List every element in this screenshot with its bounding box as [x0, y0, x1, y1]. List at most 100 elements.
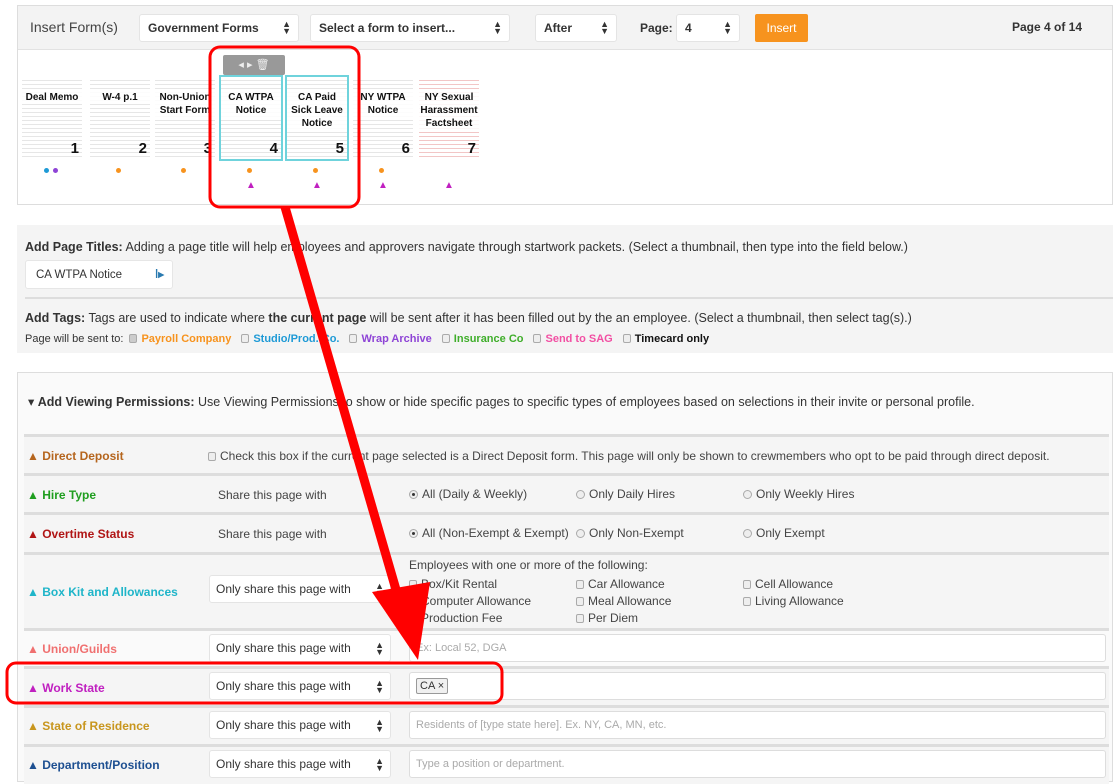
- hire-all-radio[interactable]: All (Daily & Weekly): [409, 487, 527, 501]
- overtime-exempt-radio[interactable]: Only Exempt: [743, 526, 825, 540]
- permissions-description: Use Viewing Permissions to show or hide …: [198, 395, 975, 409]
- page-thumbnail[interactable]: NY Sexual Harassment Factsheet 7: [419, 77, 479, 159]
- page-thumbnail[interactable]: Deal Memo 1: [22, 77, 82, 159]
- union-input[interactable]: Ex: Local 52, DGA: [409, 634, 1106, 662]
- allowance-checkbox[interactable]: Per Diem: [576, 611, 638, 625]
- residence-label: ▲ State of Residence: [27, 719, 150, 733]
- page-thumbnail[interactable]: Non-Union Start Form 3: [155, 77, 215, 159]
- page-thumbnail[interactable]: W-4 p.1 2: [90, 77, 150, 159]
- tag-checkbox[interactable]: Studio/Prod. Co.: [241, 333, 339, 345]
- page-thumbnail[interactable]: NY WTPA Notice 6: [353, 77, 413, 159]
- page-titles-text: Add Page Titles: Adding a page title wil…: [25, 240, 908, 254]
- row-department: ▲ Department/Position Only share this pa…: [24, 744, 1109, 784]
- thumbnail-title: Deal Memo: [22, 91, 82, 104]
- thumbnail-title: NY Sexual Harassment Factsheet: [419, 91, 479, 130]
- row-residence: ▲ State of Residence Only share this pag…: [24, 705, 1109, 744]
- chevron-updown-icon: ▲ ▼: [282, 19, 291, 36]
- tag-dot: [247, 168, 252, 173]
- chevron-updown-icon: ▲ ▼: [375, 717, 384, 734]
- position-value: After: [544, 21, 573, 35]
- box-kit-label: ▲ Box Kit and Allowances: [27, 585, 178, 599]
- thumbnail-title: Non-Union Start Form: [155, 91, 215, 117]
- insert-toolbar: Insert Form(s) Government Forms ▲ ▼ Select…: [18, 6, 1112, 50]
- union-label: ▲ Union/Guilds: [27, 642, 117, 656]
- work-state-select[interactable]: Only share this page with ▲ ▼: [209, 672, 391, 700]
- tag-dot: [53, 168, 58, 173]
- box-kit-select[interactable]: Only share this page with ▲ ▼: [209, 575, 391, 603]
- page-thumbnail[interactable]: CA Paid Sick Leave Notice 5: [285, 75, 349, 161]
- page-titles-label: Add Page Titles:: [25, 240, 123, 254]
- thumbnail-number: 6: [401, 140, 410, 157]
- tag-checkbox[interactable]: Send to SAG: [533, 333, 613, 345]
- share-label: Share this page with: [218, 488, 327, 502]
- work-state-marker-icon: ▲: [246, 180, 256, 191]
- permissions-header[interactable]: ▾ Add Viewing Permissions: Use Viewing P…: [28, 394, 975, 409]
- page-thumbnail[interactable]: CA WTPA Notice 4: [219, 75, 283, 161]
- thumbnail-number: 5: [335, 140, 344, 157]
- page-label: Page:: [640, 21, 673, 35]
- hire-daily-radio[interactable]: Only Daily Hires: [576, 487, 675, 501]
- thumbnail-title: CA WTPA Notice: [221, 91, 281, 117]
- allowance-checkbox[interactable]: Car Allowance: [576, 577, 665, 591]
- residence-select[interactable]: Only share this page with ▲ ▼: [209, 711, 391, 739]
- allowance-checkbox[interactable]: Cell Allowance: [743, 577, 833, 591]
- input-helper-icon: ǀ▸: [155, 269, 164, 281]
- category-select[interactable]: Government Forms ▲ ▼: [139, 14, 299, 42]
- move-left-icon[interactable]: ◂: [238, 59, 244, 71]
- work-state-input[interactable]: CA ×: [409, 672, 1106, 700]
- residence-input[interactable]: Residents of [type state here]. Ex. NY, …: [409, 711, 1106, 739]
- chevron-updown-icon: ▲ ▼: [375, 640, 384, 657]
- page-title-input[interactable]: CA WTPA Notice ǀ▸: [25, 260, 173, 289]
- thumbnail-number: 4: [269, 140, 278, 157]
- tag-dot: [181, 168, 186, 173]
- thumbnail-title: NY WTPA Notice: [353, 91, 413, 117]
- form-value: Select a form to insert...: [319, 21, 456, 35]
- tag-checkbox[interactable]: Wrap Archive: [349, 333, 432, 345]
- department-input[interactable]: Type a position or department.: [409, 750, 1106, 778]
- tags-label: Add Tags:: [25, 311, 86, 325]
- allowance-checkbox[interactable]: Living Allowance: [743, 594, 844, 608]
- tag-checkbox[interactable]: Timecard only: [622, 333, 709, 345]
- position-select[interactable]: After ▲ ▼: [535, 14, 617, 42]
- tags-desc: Tags are used to indicate where: [88, 311, 269, 325]
- row-box-kit: ▲ Box Kit and Allowances Only share this…: [24, 552, 1109, 628]
- work-state-label: ▲ Work State: [27, 681, 105, 695]
- work-state-marker-icon: ▲: [378, 180, 388, 191]
- tag-checkbox[interactable]: Payroll Company: [129, 333, 231, 345]
- move-right-icon[interactable]: ▸: [247, 59, 253, 71]
- department-select[interactable]: Only share this page with ▲ ▼: [209, 750, 391, 778]
- chevron-updown-icon: ▲ ▼: [723, 19, 732, 36]
- allowance-checkbox[interactable]: Production Fee: [409, 611, 502, 625]
- overtime-all-radio[interactable]: All (Non-Exempt & Exempt): [409, 526, 569, 540]
- insert-button[interactable]: Insert: [755, 14, 808, 42]
- page-titles-description: Adding a page title will help employees …: [125, 240, 908, 254]
- permissions-label: Add Viewing Permissions:: [37, 395, 195, 409]
- thumbnail-title: W-4 p.1: [90, 91, 150, 104]
- direct-deposit-checkbox[interactable]: Check this box if the current page selec…: [208, 449, 1050, 463]
- page-titles-panel: Add Page Titles: Adding a page title wil…: [17, 225, 1113, 353]
- overtime-nonexempt-radio[interactable]: Only Non-Exempt: [576, 526, 684, 540]
- divider: [25, 297, 1113, 299]
- remove-tag-icon[interactable]: ×: [438, 680, 444, 692]
- row-overtime: ▲ Overtime Status Share this page with A…: [24, 512, 1109, 552]
- form-select[interactable]: Select a form to insert... ▲ ▼: [310, 14, 510, 42]
- union-select[interactable]: Only share this page with ▲ ▼: [209, 634, 391, 662]
- thumbnail-toolbar: ◂ ▸ 🗑: [223, 55, 285, 75]
- caret-down-icon: ▾: [28, 395, 35, 409]
- tags-list: Page will be sent to: Payroll Company Stud…: [25, 333, 719, 345]
- allowance-checkbox[interactable]: Computer Allowance: [409, 594, 531, 608]
- page-select[interactable]: 4 ▲ ▼: [676, 14, 740, 42]
- direct-deposit-text: Check this box if the current page selec…: [220, 449, 1050, 463]
- page-title-value: CA WTPA Notice: [36, 269, 123, 281]
- hire-weekly-radio[interactable]: Only Weekly Hires: [743, 487, 854, 501]
- chevron-updown-icon: ▲ ▼: [493, 19, 502, 36]
- sent-to-label: Page will be sent to:: [25, 333, 124, 345]
- page-indicator: Page 4 of 14: [1011, 20, 1082, 34]
- direct-deposit-label: ▲ Direct Deposit: [27, 449, 124, 463]
- allowance-checkbox[interactable]: Box/Kit Rental: [409, 577, 497, 591]
- page-value: 4: [685, 21, 692, 35]
- tag-dot: [379, 168, 384, 173]
- tag-checkbox[interactable]: Insurance Co: [441, 333, 523, 345]
- trash-icon[interactable]: 🗑: [256, 59, 270, 71]
- allowance-checkbox[interactable]: Meal Allowance: [576, 594, 671, 608]
